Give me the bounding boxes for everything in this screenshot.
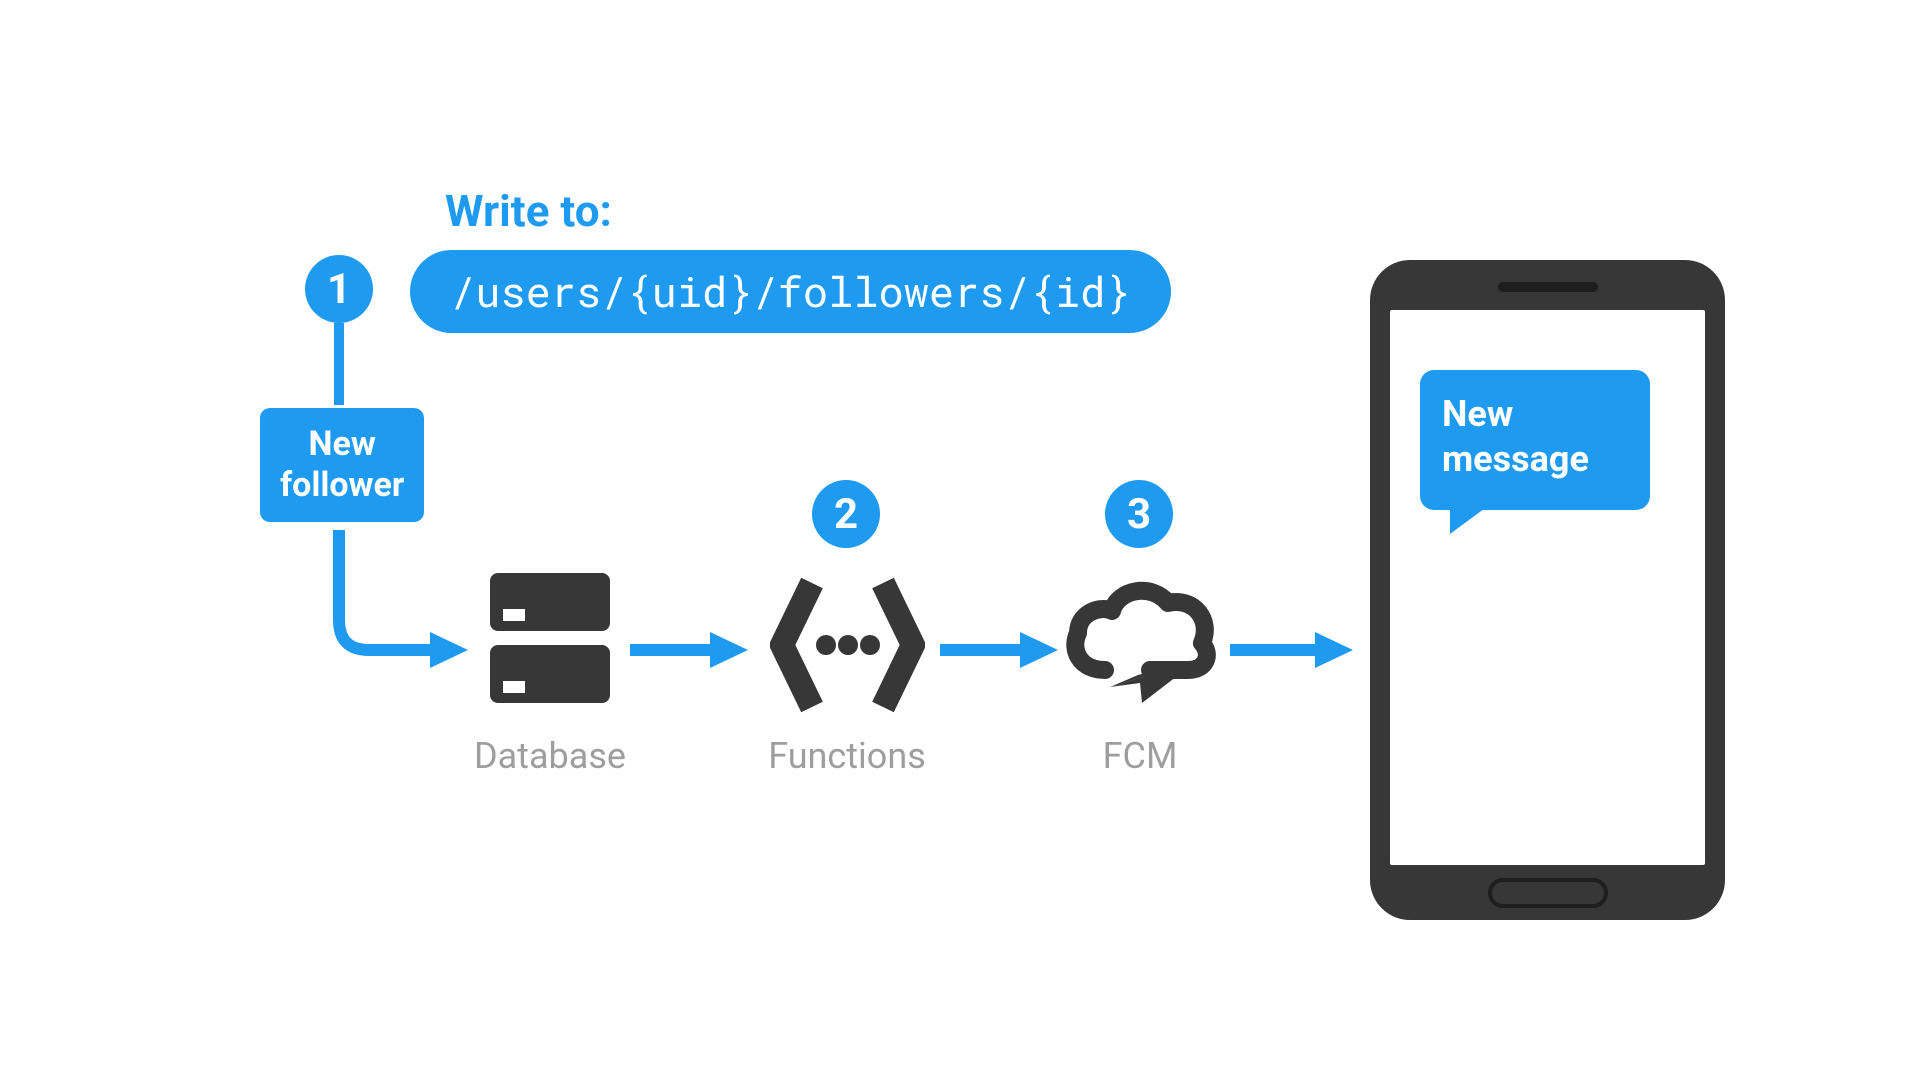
notification-line1: New xyxy=(1442,392,1628,437)
new-follower-line2: follower xyxy=(280,465,404,506)
notification-line2: message xyxy=(1442,437,1628,482)
speech-bubble-tail-icon xyxy=(1450,506,1488,534)
step-badge-2: 2 xyxy=(812,480,880,548)
phone-screen: New message xyxy=(1390,310,1705,865)
fcm-label: FCM xyxy=(1030,735,1250,777)
phone-home-button xyxy=(1488,878,1608,908)
database-icon xyxy=(485,565,615,715)
fcm-icon xyxy=(1060,575,1220,715)
diagram-canvas: Write to: /users/{uid}/followers/{id} 1 … xyxy=(210,130,1710,950)
database-label: Database xyxy=(440,735,660,777)
step-badge-3: 3 xyxy=(1105,480,1173,548)
notification-bubble: New message xyxy=(1420,370,1650,510)
new-follower-box: New follower xyxy=(260,408,424,522)
functions-label: Functions xyxy=(737,735,957,777)
phone-speaker xyxy=(1498,282,1598,292)
new-follower-line1: New xyxy=(280,424,404,465)
functions-icon xyxy=(770,575,925,715)
phone-device: New message xyxy=(1370,260,1725,920)
